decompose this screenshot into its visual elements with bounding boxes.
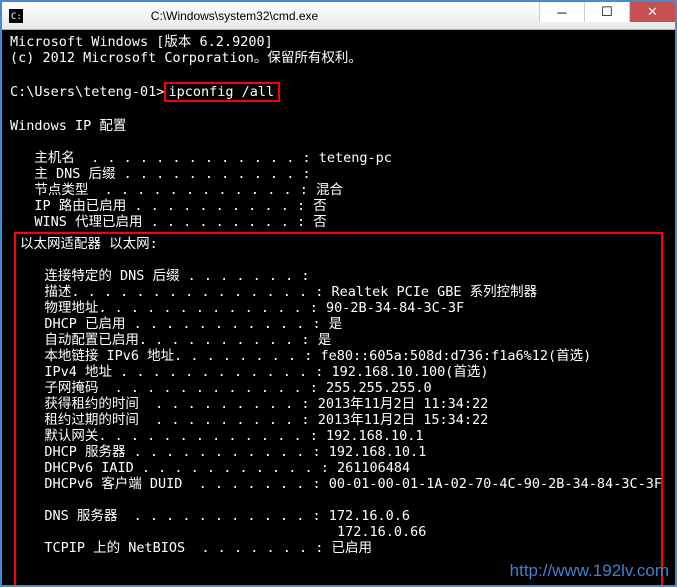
window-controls: ─ ☐ ✕	[539, 2, 675, 29]
cfg2-2: 物理地址. . . . . . . . . . . . . : 90-2B-34…	[20, 300, 464, 316]
cfg2-3: DHCP 已启用 . . . . . . . . . . . : 是	[20, 316, 342, 332]
cfg2-8: 获得租约的时间 . . . . . . . . . : 2013年11月2日 1…	[20, 396, 488, 412]
cfg2-12: DHCPv6 IAID . . . . . . . . . . . : 2611…	[20, 460, 410, 476]
maximize-button[interactable]: ☐	[584, 2, 629, 22]
cfg2-6: IPv4 地址 . . . . . . . . . . . . : 192.16…	[20, 364, 489, 380]
cfg1-1: 主 DNS 后缀 . . . . . . . . . . . :	[10, 166, 319, 182]
cmd-icon: C:	[8, 8, 24, 24]
minimize-button[interactable]: ─	[539, 2, 584, 22]
cfg2-7: 子网掩码 . . . . . . . . . . . . : 255.255.2…	[20, 380, 432, 396]
cfg2-16: 172.16.0.66	[20, 524, 426, 540]
cfg1-2: 节点类型 . . . . . . . . . . . . : 混合	[10, 182, 343, 198]
cfg1-0: 主机名 . . . . . . . . . . . . . : teteng-p…	[10, 150, 392, 166]
cfg2-9: 租约过期的时间 . . . . . . . . . : 2013年11月2日 1…	[20, 412, 488, 428]
cfg2-4: 自动配置已启用. . . . . . . . . . : 是	[20, 332, 331, 348]
cfg2-5: 本地链接 IPv6 地址. . . . . . . . : fe80::605a…	[20, 348, 591, 364]
ethernet-highlight-box: 以太网适配器 以太网: 连接特定的 DNS 后缀 . . . . . . . :…	[14, 232, 663, 587]
cfg1-3: IP 路由已启用 . . . . . . . . . . : 否	[10, 198, 327, 214]
close-button[interactable]: ✕	[629, 2, 675, 22]
section-ethernet: 以太网适配器 以太网:	[20, 236, 158, 252]
svg-text:C:: C:	[11, 12, 22, 22]
section-ip-config: Windows IP 配置	[10, 118, 126, 134]
cfg2-13: DHCPv6 客户端 DUID . . . . . . . : 00-01-00…	[20, 476, 662, 492]
cfg2-1: 描述. . . . . . . . . . . . . . . : Realte…	[20, 284, 537, 300]
header-line-1: Microsoft Windows [版本 6.2.9200]	[10, 34, 273, 50]
cfg2-11: DHCP 服务器 . . . . . . . . . . . : 192.168…	[20, 444, 426, 460]
terminal-output[interactable]: Microsoft Windows [版本 6.2.9200] (c) 2012…	[2, 30, 675, 587]
cfg2-17: TCPIP 上的 NetBIOS . . . . . . . : 已启用	[20, 540, 372, 556]
cfg2-10: 默认网关. . . . . . . . . . . . . : 192.168.…	[20, 428, 424, 444]
prompt: C:\Users\teteng-01>	[10, 84, 164, 100]
command-text: ipconfig /all	[168, 84, 274, 100]
titlebar: C: C:\Windows\system32\cmd.exe ─ ☐ ✕	[2, 2, 675, 30]
command-highlight: ipconfig /all	[164, 82, 280, 102]
cmd-window: C: C:\Windows\system32\cmd.exe ─ ☐ ✕ Mic…	[0, 0, 677, 587]
window-title: C:\Windows\system32\cmd.exe	[30, 9, 539, 23]
cfg2-15: DNS 服务器 . . . . . . . . . . . : 172.16.0…	[20, 508, 410, 524]
cfg1-4: WINS 代理已启用 . . . . . . . . . : 否	[10, 214, 327, 230]
header-line-2: (c) 2012 Microsoft Corporation。保留所有权利。	[10, 50, 362, 66]
cfg2-0: 连接特定的 DNS 后缀 . . . . . . . :	[20, 268, 318, 284]
